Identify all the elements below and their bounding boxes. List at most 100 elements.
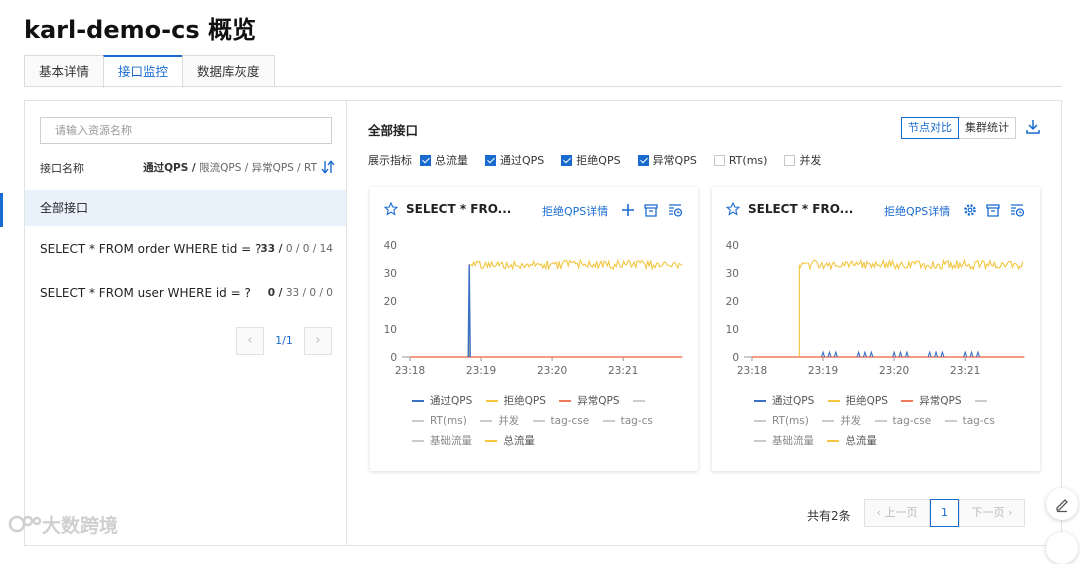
legend-item-pass[interactable]: 通过QPS xyxy=(412,393,472,408)
legend-item-exception[interactable]: 异常QPS xyxy=(559,393,619,408)
metric-checkbox-reject[interactable]: 拒绝QPS xyxy=(561,152,621,168)
metric-checkbox-exception[interactable]: 异常QPS xyxy=(637,152,697,168)
legend-swatch xyxy=(822,420,835,422)
legend-item-exception[interactable]: 异常QPS xyxy=(901,393,961,408)
next-page-button[interactable]: 下一页 › xyxy=(959,499,1025,527)
checkbox-icon xyxy=(637,154,649,166)
legend-label: 异常QPS xyxy=(577,395,620,407)
prev-page-button[interactable]: ‹ 上一页 xyxy=(864,499,930,527)
x-tick-label: 23:21 xyxy=(608,365,638,377)
metric-checkbox-pass[interactable]: 通过QPS xyxy=(485,152,544,168)
legend-item-pass[interactable]: 通过QPS xyxy=(754,393,814,408)
archive-icon[interactable] xyxy=(985,202,1001,218)
cluster-stats-button[interactable]: 集群统计 xyxy=(958,117,1016,139)
metric-checkbox-concurrency[interactable]: 并发 xyxy=(784,152,821,168)
chart-card-2: SELECT * FRO... 拒绝QPS详情 0 10 20 30 40 23:18 23… xyxy=(712,187,1040,471)
legend-item-base[interactable]: 基础流量 xyxy=(412,433,472,448)
legend-item-tag-cse[interactable]: tag-cse xyxy=(874,415,931,427)
legend-swatch xyxy=(485,440,498,442)
metric-checkbox-rt[interactable]: RT(ms) xyxy=(713,154,767,167)
legend-item-rt[interactable]: RT(ms) xyxy=(754,415,809,427)
list-item-all[interactable]: 全部接口 xyxy=(25,190,347,226)
tab-db-gray[interactable]: 数据库灰度 xyxy=(182,55,275,87)
legend-label: 通过QPS xyxy=(772,395,815,407)
legend-item-rt[interactable]: RT(ms) xyxy=(412,415,467,427)
legend-label: RT(ms) xyxy=(772,415,809,427)
series-line-reject xyxy=(752,258,1024,358)
line-chart: 0 10 20 30 40 23:18 23:19 23:20 23:21 xyxy=(726,240,1025,377)
metric-selector: 展示指标 总流量 通过QPS 拒绝QPS 异常QPS RT(ms) 并发 xyxy=(368,152,838,168)
column-metrics-label: 通过QPS / 限流QPS / 异常QPS / RT xyxy=(143,160,317,175)
star-icon[interactable] xyxy=(384,202,398,216)
star-icon[interactable] xyxy=(726,202,740,216)
total-count: 共有2条 xyxy=(807,509,851,523)
metric-selector-label: 展示指标 xyxy=(368,154,412,167)
search-field[interactable] xyxy=(40,117,332,144)
list-header: 接口名称 通过QPS / 限流QPS / 异常QPS / RT xyxy=(40,160,335,176)
legend-item-base[interactable]: 基础流量 xyxy=(754,433,814,448)
legend-item-tag-cse[interactable]: tag-cse xyxy=(532,415,590,427)
list-item-user[interactable]: SELECT * FROM user WHERE id = ? 0 / 33 /… xyxy=(25,275,347,311)
y-tick-label: 10 xyxy=(384,324,397,336)
legend-swatch xyxy=(974,400,987,402)
history-icon[interactable] xyxy=(667,202,683,218)
legend-item-concurrency[interactable]: 并发 xyxy=(480,413,519,428)
tab-basic-details[interactable]: 基本详情 xyxy=(24,55,105,87)
node-compare-button[interactable]: 节点对比 xyxy=(901,117,959,139)
plus-icon[interactable] xyxy=(620,202,636,218)
page-1-button[interactable]: 1 xyxy=(930,499,959,527)
legend-row: 通过QPS 拒绝QPS 异常QPS xyxy=(754,393,1003,407)
legend-swatch xyxy=(412,440,424,442)
list-next-button[interactable]: › xyxy=(304,327,332,355)
x-tick-label: 23:20 xyxy=(537,365,567,377)
search-input[interactable] xyxy=(41,118,331,143)
checkbox-icon xyxy=(420,154,431,166)
legend-item-tag-cs[interactable]: tag-cs xyxy=(944,415,995,427)
legend-swatch xyxy=(754,420,766,422)
y-tick-label: 30 xyxy=(726,268,739,280)
chart-card-1: SELECT * FRO... 拒绝QPS详情 0 10 20 30 40 23:18 23… xyxy=(370,187,698,471)
reject-qps-detail-link[interactable]: 拒绝QPS详情 xyxy=(542,203,608,219)
list-item-name: SELECT * FROM order WHERE tid = ? xyxy=(40,242,262,256)
metric-label: 总流量 xyxy=(435,154,468,167)
legend-item-total[interactable]: 总流量 xyxy=(827,433,877,448)
legend-row: 基础流量 总流量 xyxy=(412,433,545,447)
legend-item-reject[interactable]: 拒绝QPS xyxy=(827,393,888,408)
legend-swatch xyxy=(827,400,840,402)
download-icon[interactable] xyxy=(1025,119,1041,135)
legend-swatch xyxy=(559,400,572,402)
legend-item-tag-cs[interactable]: tag-cs xyxy=(602,415,653,427)
view-toggle: 节点对比 集群统计 xyxy=(901,117,1016,139)
y-tick-label: 0 xyxy=(390,352,397,364)
pencil-icon xyxy=(1056,499,1068,513)
reject-qps-detail-link[interactable]: 拒绝QPS详情 xyxy=(884,203,950,219)
secondary-floating-button[interactable] xyxy=(1046,532,1078,564)
list-item-order[interactable]: SELECT * FROM order WHERE tid = ? 33 / 0… xyxy=(25,231,347,267)
legend-label: 总流量 xyxy=(503,435,535,447)
metric-label: 并发 xyxy=(799,154,822,167)
archive-icon[interactable] xyxy=(643,202,659,218)
metric-checkbox-total[interactable]: 总流量 xyxy=(420,152,468,168)
watermark: 大数跨境 xyxy=(8,512,118,537)
gear-icon[interactable] xyxy=(962,202,978,218)
y-tick-label: 10 xyxy=(726,324,739,336)
list-prev-button[interactable]: ‹ xyxy=(236,327,264,355)
page-title: karl-demo-cs 概览 xyxy=(24,16,256,44)
tab-interface-monitor[interactable]: 接口监控 xyxy=(103,55,184,88)
legend-row: 通过QPS 拒绝QPS 异常QPS xyxy=(412,393,661,407)
edit-floating-button[interactable] xyxy=(1046,488,1078,520)
legend-item-concurrency[interactable]: 并发 xyxy=(822,413,861,428)
x-tick-label: 23:19 xyxy=(466,365,496,377)
sort-icon[interactable] xyxy=(321,159,335,175)
line-chart: 0 10 20 30 40 23:18 23:19 23:20 23:21 xyxy=(384,240,683,377)
history-icon[interactable] xyxy=(1009,202,1025,218)
legend-item-reject[interactable]: 拒绝QPS xyxy=(485,393,546,408)
legend-swatch xyxy=(480,420,493,422)
y-tick-label: 40 xyxy=(384,240,397,252)
legend-swatch xyxy=(874,420,887,422)
watermark-logo-icon xyxy=(8,515,42,533)
selection-marker xyxy=(0,193,3,227)
series-line-reject xyxy=(410,258,683,358)
legend-item-total[interactable]: 总流量 xyxy=(485,433,535,448)
legend-label: tag-cse xyxy=(550,415,590,427)
